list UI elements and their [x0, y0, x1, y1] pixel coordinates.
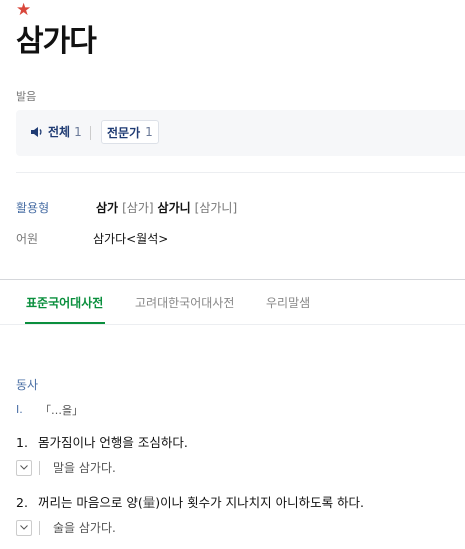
wordbook-star-icon[interactable]: ★ [16, 0, 31, 20]
etymology-label: 어원 [16, 232, 39, 246]
example-row: 술을 삼가다. [16, 519, 116, 536]
sense-item: 2. 꺼리는 마음으로 양(量)이나 횟수가 지나치지 아니하도록 하다. [16, 492, 364, 511]
tab-standard-dictionary[interactable]: 표준국어대사전 [26, 294, 103, 311]
pronunciation-all-button[interactable]: 전체 1 [30, 123, 82, 140]
hanja-link[interactable]: 量 [143, 495, 156, 510]
divider [16, 172, 465, 173]
example-row: 말을 삼가다. [16, 459, 116, 476]
sense-text: )이나 횟수가 지나치지 아니하도록 하다. [155, 495, 365, 510]
chevron-down-icon[interactable] [16, 519, 32, 536]
pronunciation-box: 전체 1 전문가 1 [16, 110, 465, 156]
pronunciation-label: 발음 [16, 90, 37, 103]
active-tab-indicator [25, 322, 105, 324]
sense-item: 1. 몸가짐이나 언행을 조심하다. [16, 432, 188, 451]
tab-urimalsaem[interactable]: 우리말샘 [266, 294, 310, 311]
etymology-value: 삼가다<월석> [93, 232, 169, 246]
pronunciation-all-count: 1 [74, 124, 82, 139]
divider [39, 460, 40, 475]
conjugation-pron: [삼가] [122, 201, 154, 215]
etymology-row: 어원 삼가다<월석> [16, 230, 168, 247]
sense-group-number: I. [16, 403, 23, 416]
conjugation-row: 활용형 삼가 [삼가] 삼가니 [삼가니] [16, 199, 241, 216]
divider [90, 126, 91, 140]
sense-number: 1. [16, 435, 28, 450]
speaker-icon [31, 126, 42, 137]
pronunciation-all-label: 전체 [48, 125, 71, 139]
chevron-down-icon[interactable] [16, 459, 32, 476]
sense-number: 2. [16, 495, 28, 510]
headword: 삼가다 [16, 24, 97, 59]
part-of-speech: 동사 [16, 378, 39, 392]
conjugation-pron: [삼가니] [194, 201, 238, 215]
divider [39, 520, 40, 535]
conjugation-form: 삼가 [96, 201, 119, 215]
pronunciation-expert-count: 1 [145, 125, 153, 139]
example-text: 술을 삼가다. [53, 521, 116, 535]
conjugation-form: 삼가니 [157, 201, 191, 215]
pronunciation-expert-label: 전문가 [107, 125, 141, 140]
sense-text: 몸가짐이나 언행을 조심하다. [37, 435, 188, 450]
pronunciation-expert-button[interactable]: 전문가 1 [101, 120, 159, 144]
sense-text: 꺼리는 마음으로 양( [37, 495, 143, 510]
conjugation-label: 활용형 [16, 201, 50, 215]
sentence-pattern: 「…을」 [40, 404, 84, 417]
example-text: 말을 삼가다. [53, 461, 116, 475]
tab-korea-univ-dictionary[interactable]: 고려대한국어대사전 [135, 294, 234, 311]
